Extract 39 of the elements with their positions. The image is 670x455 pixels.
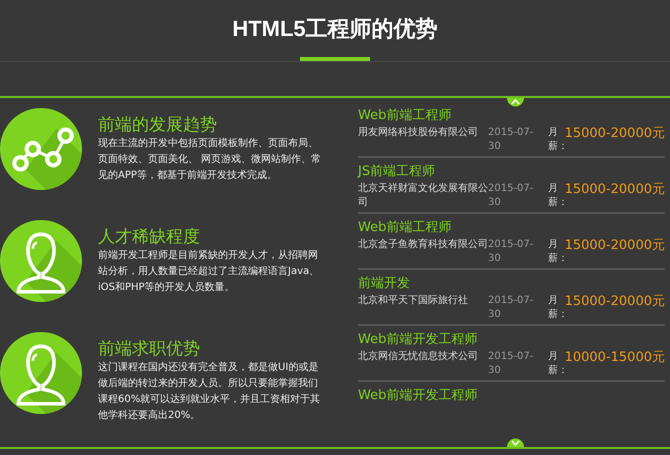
salary-label: 月薪：: [548, 182, 562, 210]
job-title[interactable]: Web前端工程师: [358, 106, 665, 126]
post-date: 2015-07-30: [488, 294, 534, 322]
salary-range: 15000-20000元: [564, 182, 665, 198]
post-date: 2015-07-30: [488, 238, 534, 266]
scroll-up-icon[interactable]: [507, 98, 524, 108]
salary-range: 15000-20000元: [564, 238, 665, 254]
salary-range: 10000-15000元: [564, 350, 665, 366]
feature-description: 前端开发工程师是目前紧缺的开发人才，从招聘网站分析，用人数量已经超过了主流编程语言Java、iOS和PHP等的开发人员数量。: [98, 248, 320, 295]
feature-description: 现在主流的开发中包括页面模板制作、页面布局、页面特效、页面美化、 网页游戏、微网站制作、常见的APP等，都基于前端开发技术完成。: [98, 136, 322, 183]
company-name: 北京天祥财富文化发展有限公司: [358, 182, 488, 210]
title-underline: [300, 57, 370, 61]
scroll-down-icon[interactable]: [507, 437, 524, 447]
salary-label: 月薪：: [548, 294, 562, 322]
salary-label: 月薪：: [548, 126, 562, 154]
feature-description: 这门课程在国内还没有完全普及，都是做UI的或是做后端的转过来的开发人员。所以只要能掌握我们课程60%就可以达到就业水平，并且工资相对于其他学科还要高出20%。: [98, 360, 322, 423]
post-date: 2015-07-30: [488, 126, 534, 154]
post-date: 2015-07-30: [488, 350, 534, 378]
page-title: HTML5工程师的优势: [232, 15, 438, 43]
company-name: 北京盒子鱼教育科技有限公司: [358, 238, 488, 252]
job-title[interactable]: JS前端工程师: [358, 162, 665, 182]
person-icon: [0, 332, 82, 414]
feature-heading: 前端求职优势: [98, 338, 201, 360]
salary-label: 月薪：: [548, 238, 562, 266]
company-name: 用友网络科技股份有限公司: [358, 126, 479, 140]
job-title[interactable]: Web前端开发工程师: [358, 330, 665, 350]
post-date: 2015-07-30: [488, 182, 534, 210]
feature-heading: 人才稀缺程度: [98, 226, 201, 248]
feature-heading: 前端的发展趋势: [98, 114, 218, 136]
company-name: 北京和平天下国际旅行社: [358, 294, 469, 308]
company-name: 北京网信无忧信息技术公司: [358, 350, 479, 364]
salary-label: 月薪：: [548, 350, 562, 378]
salary-range: 15000-20000元: [564, 126, 665, 142]
job-title[interactable]: Web前端开发工程师: [358, 386, 665, 406]
job-title[interactable]: 前端开发: [358, 274, 665, 294]
salary-range: 15000-20000元: [564, 294, 665, 310]
person-icon: [0, 220, 82, 302]
line-chart-icon: [0, 108, 82, 190]
job-title[interactable]: Web前端工程师: [358, 218, 665, 238]
